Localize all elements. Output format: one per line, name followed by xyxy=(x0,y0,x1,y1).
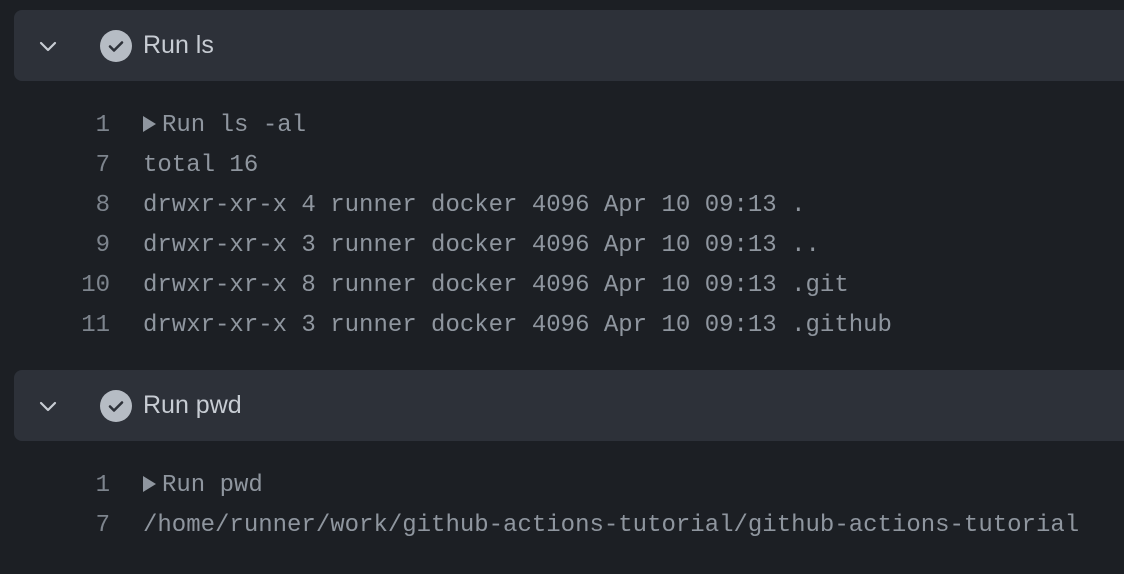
check-circle-icon xyxy=(100,29,132,62)
line-number[interactable]: 1 xyxy=(60,466,110,506)
line-number[interactable]: 8 xyxy=(60,186,110,226)
log-text: Run ls -al xyxy=(162,112,307,139)
line-number[interactable]: 1 xyxy=(60,106,110,146)
line-number[interactable]: 9 xyxy=(60,226,110,266)
log-text: drwxr-xr-x 8 runner docker 4096 Apr 10 0… xyxy=(143,272,849,299)
line-number[interactable]: 7 xyxy=(60,506,110,546)
log-text: /home/runner/work/github-actions-tutoria… xyxy=(143,512,1080,539)
expand-triangle-icon[interactable] xyxy=(143,476,156,492)
log-text: drwxr-xr-x 4 runner docker 4096 Apr 10 0… xyxy=(143,192,806,219)
step-title: Run ls xyxy=(143,31,214,59)
step-header[interactable]: Run pwd xyxy=(14,370,1124,441)
step-title: Run pwd xyxy=(143,391,242,419)
line-number[interactable]: 10 xyxy=(60,266,110,306)
expand-triangle-icon[interactable] xyxy=(143,116,156,132)
chevron-down-icon[interactable] xyxy=(36,394,60,418)
log-text: total 16 xyxy=(143,152,259,179)
step-header[interactable]: Run ls xyxy=(14,10,1124,81)
log-text: drwxr-xr-x 3 runner docker 4096 Apr 10 0… xyxy=(143,312,892,339)
line-number[interactable]: 11 xyxy=(60,306,110,346)
chevron-down-icon[interactable] xyxy=(36,34,60,58)
log-text: drwxr-xr-x 3 runner docker 4096 Apr 10 0… xyxy=(143,232,820,259)
line-number[interactable]: 7 xyxy=(60,146,110,186)
check-circle-icon xyxy=(100,389,132,422)
log-text: Run pwd xyxy=(162,472,263,499)
